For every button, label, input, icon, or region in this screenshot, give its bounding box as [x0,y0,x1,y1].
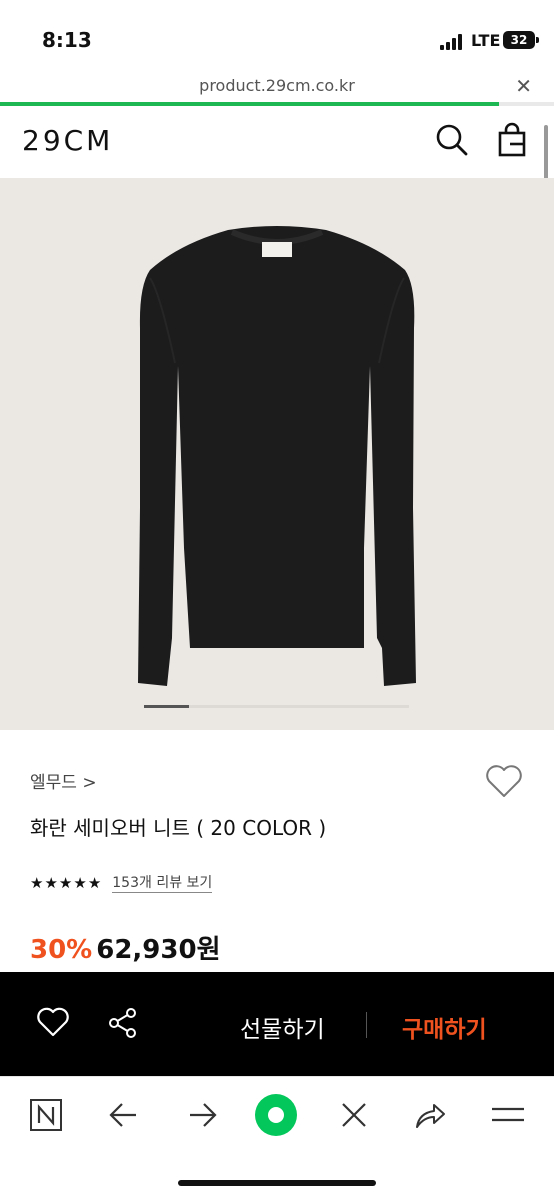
close-icon[interactable]: ✕ [515,74,532,98]
rating-row: ★★★★★ 153개 리뷰 보기 [30,872,213,893]
url-bar[interactable]: product.29cm.co.kr ✕ [0,70,554,104]
clothing-label [262,242,292,257]
forward-arrow-icon[interactable] [184,1097,220,1133]
star-icon: ★ [44,873,58,892]
status-time: 8:13 [42,28,92,52]
shopping-bag-icon[interactable] [494,122,530,158]
gift-button[interactable]: 선물하기 [240,1010,325,1044]
site-header: 29CM [0,106,554,176]
star-icon: ★ [58,873,73,892]
brand-link[interactable]: 엘무드 > [30,768,97,793]
naver-home-icon[interactable] [28,1097,64,1133]
menu-icon[interactable] [490,1097,526,1133]
product-image[interactable] [0,178,554,730]
close-icon[interactable] [336,1097,372,1133]
divider [366,1012,367,1038]
naver-green-dot-icon[interactable] [254,1093,298,1137]
sale-price: 62,930원 [96,935,221,965]
battery-icon: 32 [503,31,539,49]
carousel-indicator-active [144,705,189,708]
logo[interactable]: 29CM [22,124,113,157]
star-icon: ★ [87,873,102,892]
share-icon[interactable] [106,1006,140,1040]
purchase-action-bar: 선물하기 구매하기 [0,972,554,1076]
url-text[interactable]: product.29cm.co.kr [0,76,554,95]
heart-icon[interactable] [36,1006,70,1040]
carousel-indicator [144,705,409,708]
review-link[interactable]: 153개 리뷰 보기 [112,872,213,893]
star-icon: ★ [73,873,87,892]
sweater-image [138,226,416,686]
share-arrow-icon[interactable] [412,1097,448,1133]
back-arrow-icon[interactable] [106,1097,142,1133]
discount-rate: 30% [30,935,93,965]
star-rating: ★★★★★ [30,873,102,892]
star-icon: ★ [30,873,44,892]
network-type: LTE [471,31,501,50]
home-indicator [178,1180,376,1186]
price-row: 30% 62,930원 [30,929,221,966]
heart-icon[interactable] [484,762,524,800]
search-icon[interactable] [434,122,470,158]
product-title: 화란 세미오버 니트 ( 20 COLOR ) [30,816,327,840]
status-bar: 8:13 LTE 32 [0,0,554,70]
buy-button[interactable]: 구매하기 [402,1010,487,1044]
signal-icon [440,34,466,50]
